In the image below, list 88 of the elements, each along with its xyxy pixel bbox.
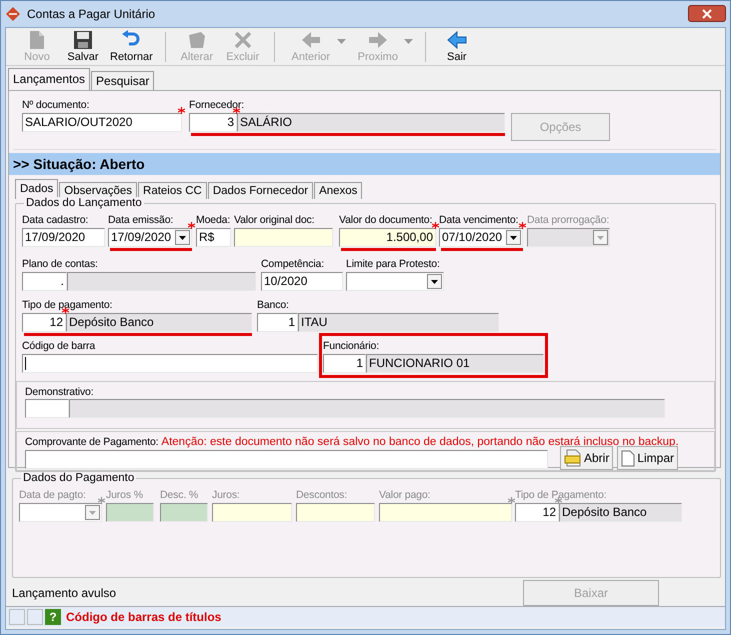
field-label: Fornecedor: xyxy=(189,99,244,112)
field-label: Tipo de pagamento: xyxy=(22,299,112,312)
field-label: Tipo de Pagamento: xyxy=(515,489,606,502)
caret-icon xyxy=(597,236,604,240)
date-dropdown[interactable] xyxy=(19,503,102,522)
field-label: Descontos: xyxy=(296,489,348,502)
name-field: SALÁRIO xyxy=(237,113,505,132)
field-label: Demonstrativo: xyxy=(25,386,94,398)
field-label: Data vencimento: xyxy=(439,214,518,227)
date-dropdown[interactable]: 07/10/2020 xyxy=(439,228,523,247)
group-title: Dados do Pagamento xyxy=(21,472,136,484)
caret-icon xyxy=(510,236,517,240)
tab[interactable]: Lançamentos xyxy=(8,68,90,90)
edit-icon xyxy=(186,30,207,50)
field-label: Limite para Protesto: xyxy=(346,258,440,271)
caret-icon xyxy=(89,510,96,514)
delete-icon xyxy=(232,30,253,50)
input-field[interactable]: R$ xyxy=(196,228,231,247)
field-label: Valor do documento: xyxy=(339,214,432,227)
tab[interactable]: Dados xyxy=(15,179,58,199)
caret-icon xyxy=(431,280,438,284)
field-label: Funcionário: xyxy=(323,340,379,353)
field-label: Data prorrogação: xyxy=(527,214,610,227)
field-label: Juros: xyxy=(212,489,240,502)
window-title: Contas a Pagar Unitário xyxy=(27,7,156,21)
field-label: Data cadastro: xyxy=(22,214,88,227)
toolbar-button[interactable]: Sair xyxy=(434,29,480,64)
name-field: ITAU xyxy=(298,313,499,332)
dropdown-button[interactable] xyxy=(427,274,442,289)
field-label: Nº documento: xyxy=(22,99,90,112)
input-field[interactable]: 1.500,00 xyxy=(339,228,436,247)
field-label: Valor pago: xyxy=(379,489,430,502)
status-band: >> Situação: Aberto xyxy=(9,153,720,175)
toolbar-button[interactable]: Salvar xyxy=(60,29,106,64)
close-button[interactable] xyxy=(688,5,726,22)
field-label: Código de barra xyxy=(22,340,96,353)
help-icon: ? xyxy=(45,609,61,625)
field-label: Desc. % xyxy=(160,489,198,502)
code-field[interactable]: 1 xyxy=(257,313,298,332)
input-field[interactable]: 10/2020 xyxy=(261,272,343,291)
document-icon xyxy=(28,30,46,50)
dropdown-button[interactable] xyxy=(506,230,521,245)
date-dropdown[interactable] xyxy=(527,228,610,247)
name-field: FUNCIONARIO 01 xyxy=(366,354,544,373)
name-field: Depósito Banco xyxy=(66,313,252,332)
tab[interactable]: Rateios CC xyxy=(138,182,207,199)
save-icon xyxy=(73,30,93,50)
left-arrow-icon xyxy=(300,30,321,50)
code-field[interactable]: 12 xyxy=(22,313,66,332)
file-button[interactable]: Limpar xyxy=(617,446,678,470)
code-field[interactable]: 3 xyxy=(189,113,237,132)
status-panel xyxy=(9,609,25,625)
field-label: Data de pagto: xyxy=(19,489,86,502)
page-icon xyxy=(621,450,636,466)
file-button[interactable]: Abrir xyxy=(560,446,614,470)
right-arrow-icon xyxy=(368,30,388,50)
doc-file-icon xyxy=(564,449,582,467)
field-label: Juros % xyxy=(106,489,143,502)
mode-label: Lançamento avulso xyxy=(12,586,116,600)
field-label: Competência: xyxy=(261,258,324,271)
tab[interactable]: Pesquisar xyxy=(91,71,154,90)
dropdown-button[interactable] xyxy=(175,230,190,245)
close-icon xyxy=(702,8,712,18)
date-dropdown[interactable]: 17/09/2020 xyxy=(108,228,192,247)
name-field: Depósito Banco xyxy=(559,503,682,522)
input-field[interactable]: SALARIO/OUT2020 xyxy=(22,113,182,132)
input-field[interactable]: 17/09/2020 xyxy=(22,228,105,247)
group-title: Dados do Lançamento xyxy=(24,197,144,209)
field-label: Data emissão: xyxy=(108,214,174,227)
input-field[interactable] xyxy=(234,228,333,247)
tab[interactable]: Anexos xyxy=(314,182,362,199)
field-label: Banco: xyxy=(257,299,289,312)
input-field[interactable] xyxy=(22,354,318,373)
code-field[interactable]: 1 xyxy=(323,354,366,373)
app-icon xyxy=(5,6,21,22)
status-message: Código de barras de títulos xyxy=(66,610,222,624)
exit-icon xyxy=(446,30,467,50)
tab[interactable]: Dados Fornecedor xyxy=(208,182,314,199)
field-label: Valor original doc: xyxy=(234,214,314,227)
field-label: Plano de contas: xyxy=(22,258,98,271)
toolbar-button[interactable]: Retornar xyxy=(106,29,157,64)
file-path-field[interactable] xyxy=(25,450,548,469)
status-panel xyxy=(27,609,43,625)
code-field[interactable]: . xyxy=(22,272,67,291)
field-label: Moeda: xyxy=(196,214,230,227)
caret-icon xyxy=(179,236,186,240)
code-field[interactable] xyxy=(25,399,69,418)
field-label: Comprovante de Pagamento: xyxy=(25,436,158,449)
